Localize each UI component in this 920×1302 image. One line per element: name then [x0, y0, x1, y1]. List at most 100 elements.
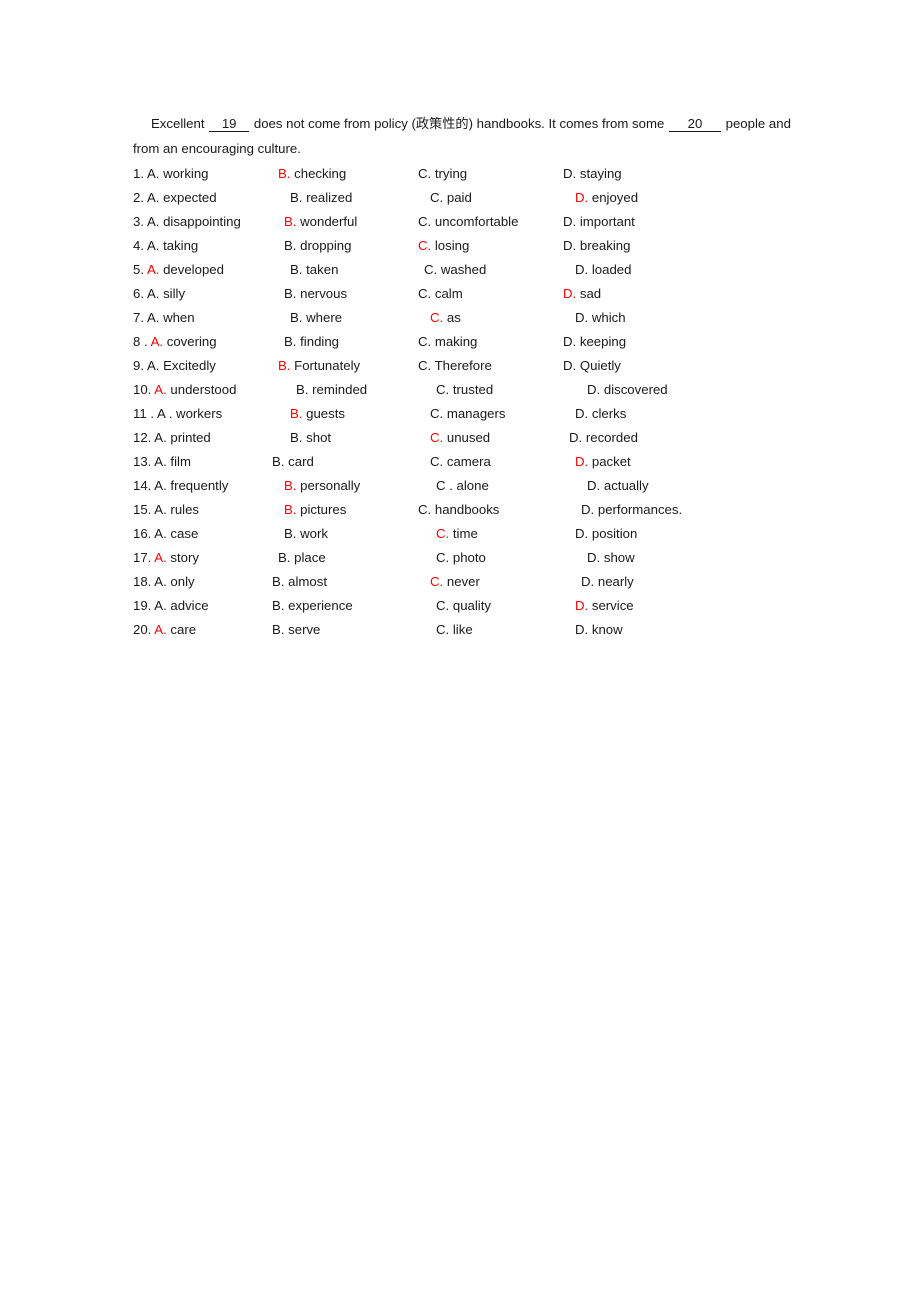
option-a-q9[interactable]: 9. A. Excitedly	[133, 354, 216, 378]
option-d-q1[interactable]: D. staying	[563, 162, 622, 186]
option-b-q12[interactable]: B. shot	[290, 426, 331, 450]
option-d-q6[interactable]: D. sad	[563, 282, 601, 306]
option-d-q11[interactable]: D. clerks	[575, 402, 626, 426]
option-d-q15[interactable]: D. performances.	[581, 498, 682, 522]
option-d-q16[interactable]: D. position	[575, 522, 637, 546]
option-a-q2[interactable]: 2. A. expected	[133, 186, 217, 210]
option-a-q1[interactable]: 1. A. working	[133, 162, 209, 186]
option-c-q15[interactable]: C. handbooks	[418, 498, 499, 522]
option-b-q1[interactable]: B. checking	[278, 162, 346, 186]
option-b-q20[interactable]: B. serve	[272, 618, 320, 642]
option-a-q20[interactable]: 20. A. care	[133, 618, 196, 642]
option-letter: D.	[581, 574, 595, 589]
option-c-q7[interactable]: C. as	[430, 306, 461, 330]
option-c-q20[interactable]: C. like	[436, 618, 473, 642]
option-letter: B.	[284, 334, 297, 349]
option-letter: B.	[278, 550, 291, 565]
option-letter: C.	[436, 382, 450, 397]
option-c-q1[interactable]: C. trying	[418, 162, 467, 186]
option-c-q16[interactable]: C. time	[436, 522, 478, 546]
option-d-q9[interactable]: D. Quietly	[563, 354, 621, 378]
option-text: workers	[176, 406, 223, 421]
option-c-q10[interactable]: C. trusted	[436, 378, 493, 402]
option-a-q17[interactable]: 17. A. story	[133, 546, 199, 570]
option-letter: C.	[424, 262, 438, 277]
option-c-q11[interactable]: C. managers	[430, 402, 506, 426]
option-b-q4[interactable]: B. dropping	[284, 234, 351, 258]
option-b-q18[interactable]: B. almost	[272, 570, 327, 594]
option-b-q17[interactable]: B. place	[278, 546, 326, 570]
option-c-q3[interactable]: C. uncomfortable	[418, 210, 518, 234]
option-c-q5[interactable]: C. washed	[424, 258, 486, 282]
option-c-q4[interactable]: C. losing	[418, 234, 469, 258]
option-a-q14[interactable]: 14. A. frequently	[133, 474, 228, 498]
option-d-q2[interactable]: D. enjoyed	[575, 186, 638, 210]
option-b-q9[interactable]: B. Fortunately	[278, 354, 360, 378]
option-b-q2[interactable]: B. realized	[290, 186, 352, 210]
option-a-q4[interactable]: 4. A. taking	[133, 234, 198, 258]
option-d-q17[interactable]: D. show	[587, 546, 635, 570]
option-a-q18[interactable]: 18. A. only	[133, 570, 195, 594]
option-c-q14[interactable]: C . alone	[436, 474, 489, 498]
option-d-q19[interactable]: D. service	[575, 594, 634, 618]
option-c-q9[interactable]: C. Therefore	[418, 354, 492, 378]
option-a-q7[interactable]: 7. A. when	[133, 306, 195, 330]
document-page: Excellent 19 does not come from policy (…	[0, 0, 920, 1302]
option-a-q6[interactable]: 6. A. silly	[133, 282, 185, 306]
option-letter: B.	[278, 166, 291, 181]
option-b-q6[interactable]: B. nervous	[284, 282, 347, 306]
option-c-q19[interactable]: C. quality	[436, 594, 491, 618]
option-b-q14[interactable]: B. personally	[284, 474, 360, 498]
option-d-q13[interactable]: D. packet	[575, 450, 631, 474]
question-number: 12.	[133, 430, 152, 445]
option-d-q14[interactable]: D. actually	[587, 474, 649, 498]
option-c-q2[interactable]: C. paid	[430, 186, 472, 210]
option-b-q10[interactable]: B. reminded	[296, 378, 367, 402]
option-a-q5[interactable]: 5. A. developed	[133, 258, 224, 282]
option-text: personally	[300, 478, 361, 493]
option-d-q12[interactable]: D. recorded	[569, 426, 638, 450]
option-text: packet	[591, 454, 631, 469]
option-b-q7[interactable]: B. where	[290, 306, 342, 330]
option-letter: D.	[587, 550, 601, 565]
option-letter: B.	[296, 382, 309, 397]
option-b-q15[interactable]: B. pictures	[284, 498, 346, 522]
option-c-q12[interactable]: C. unused	[430, 426, 490, 450]
option-c-q17[interactable]: C. photo	[436, 546, 486, 570]
option-a-q13[interactable]: 13. A. film	[133, 450, 191, 474]
option-d-q5[interactable]: D. loaded	[575, 258, 631, 282]
option-a-q11[interactable]: 11 . A . workers	[133, 402, 222, 426]
option-d-q4[interactable]: D. breaking	[563, 234, 630, 258]
option-letter: A.	[146, 262, 160, 277]
option-a-q10[interactable]: 10. A. understood	[133, 378, 236, 402]
option-b-q19[interactable]: B. experience	[272, 594, 353, 618]
option-a-q15[interactable]: 15. A. rules	[133, 498, 199, 522]
option-d-q18[interactable]: D. nearly	[581, 570, 634, 594]
option-c-q8[interactable]: C. making	[418, 330, 477, 354]
option-a-q8[interactable]: 8 . A. covering	[133, 330, 217, 354]
option-text: making	[434, 334, 478, 349]
option-b-q3[interactable]: B. wonderful	[284, 210, 357, 234]
option-d-q3[interactable]: D. important	[563, 210, 635, 234]
option-d-q8[interactable]: D. keeping	[563, 330, 626, 354]
option-b-q11[interactable]: B. guests	[290, 402, 345, 426]
option-letter: A.	[154, 526, 167, 541]
option-c-q6[interactable]: C. calm	[418, 282, 463, 306]
option-text: frequently	[170, 478, 229, 493]
option-b-q8[interactable]: B. finding	[284, 330, 339, 354]
question-row: 14. A. frequently B. personally C . alone D…	[133, 474, 833, 498]
option-a-q19[interactable]: 19. A. advice	[133, 594, 209, 618]
option-d-q20[interactable]: D. know	[575, 618, 623, 642]
option-a-q16[interactable]: 16. A. case	[133, 522, 198, 546]
option-c-q13[interactable]: C. camera	[430, 450, 491, 474]
option-a-q12[interactable]: 12. A. printed	[133, 426, 211, 450]
option-a-q3[interactable]: 3. A. disappointing	[133, 210, 241, 234]
option-d-q7[interactable]: D. which	[575, 306, 626, 330]
option-c-q18[interactable]: C. never	[430, 570, 480, 594]
option-letter: C.	[430, 310, 444, 325]
option-b-q5[interactable]: B. taken	[290, 258, 338, 282]
option-text: card	[288, 454, 314, 469]
option-d-q10[interactable]: D. discovered	[587, 378, 668, 402]
option-b-q16[interactable]: B. work	[284, 522, 328, 546]
option-b-q13[interactable]: B. card	[272, 450, 314, 474]
